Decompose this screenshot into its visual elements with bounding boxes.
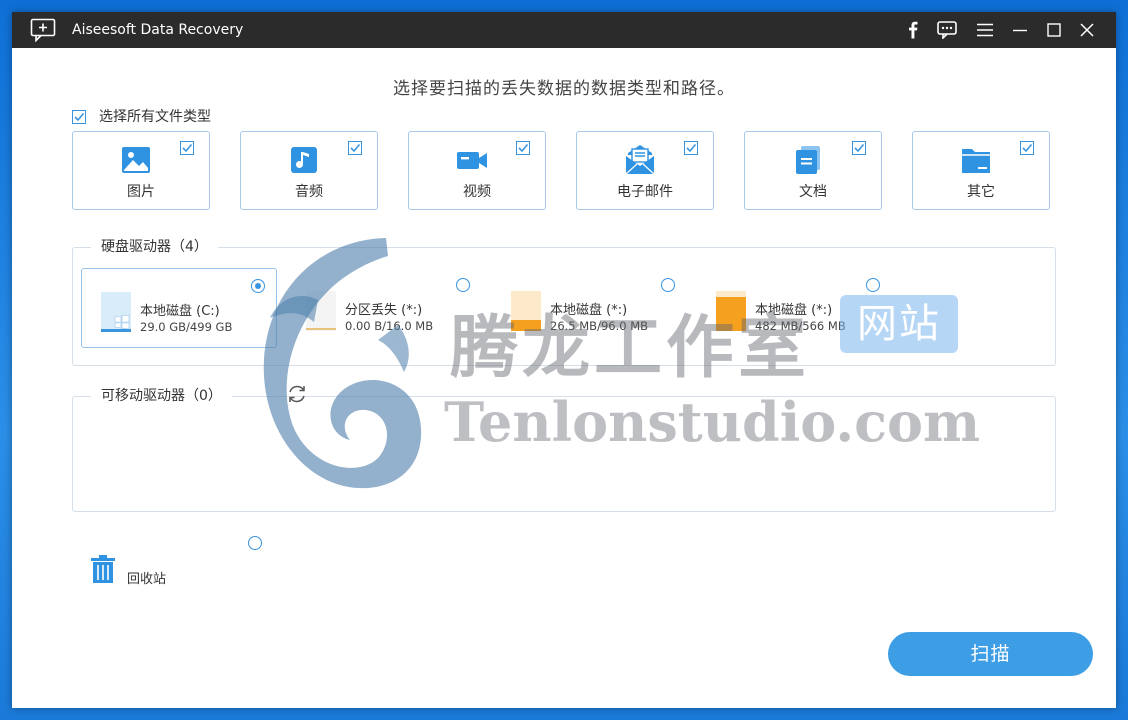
email-checkbox[interactable] <box>684 141 698 155</box>
file-type-card-other[interactable]: 其它 <box>912 131 1050 210</box>
document-icon <box>796 146 820 174</box>
folder-icon <box>962 149 990 173</box>
facebook-icon <box>909 21 918 39</box>
app-logo-icon <box>30 18 56 42</box>
video-camera-icon <box>457 152 487 169</box>
drive-name: 本地磁盘 (*:) <box>755 303 833 318</box>
file-type-label: 音频 <box>295 184 323 200</box>
file-type-card-document[interactable]: 文档 <box>744 131 882 210</box>
drive-size: 26.5 MB/96.0 MB <box>550 319 649 333</box>
checkmark-icon <box>74 112 85 122</box>
checkmark-icon <box>854 143 865 153</box>
title-bar: Aiseesoft Data Recovery <box>12 12 1116 48</box>
drive-icon <box>511 291 541 331</box>
drive-radio[interactable] <box>866 278 880 292</box>
minimize-button[interactable] <box>1003 12 1037 48</box>
email-icon <box>625 145 655 175</box>
music-note-icon <box>291 147 317 173</box>
checkmark-icon <box>182 143 193 153</box>
close-button[interactable] <box>1070 12 1104 48</box>
facebook-button[interactable] <box>896 12 930 48</box>
drive-item-c[interactable]: 本地磁盘 (C:) 29.0 GB/499 GB <box>81 268 277 348</box>
refresh-icon[interactable] <box>286 383 308 405</box>
removable-drives-title: 可移动驱动器（0） <box>91 386 232 406</box>
menu-button[interactable] <box>968 12 1002 48</box>
drive-item-local-3[interactable]: 本地磁盘 (*:) 26.5 MB/96.0 MB <box>492 268 688 348</box>
drive-radio[interactable] <box>251 279 265 293</box>
drive-size: 0.00 B/16.0 MB <box>345 319 434 333</box>
select-all-label: 选择所有文件类型 <box>99 109 211 125</box>
recycle-bin-radio[interactable] <box>248 536 262 550</box>
app-window: Aiseesoft Data Recovery 选择要扫描的丢失数据的数据类型和… <box>12 12 1116 708</box>
drive-name: 本地磁盘 (*:) <box>550 303 628 318</box>
checkmark-icon <box>518 143 529 153</box>
trash-bin-icon[interactable] <box>90 554 116 584</box>
feedback-button[interactable] <box>930 12 964 48</box>
drive-item-lost-partition[interactable]: 分区丢失 (*:) 0.00 B/16.0 MB <box>287 268 483 348</box>
hamburger-menu-icon <box>977 23 993 37</box>
checkmark-icon <box>686 143 697 153</box>
audio-checkbox[interactable] <box>348 141 362 155</box>
drive-name: 分区丢失 (*:) <box>345 303 423 318</box>
removable-drives-group: 可移动驱动器（0） <box>72 386 1056 512</box>
scan-button[interactable]: 扫描 <box>888 632 1093 676</box>
file-type-label: 视频 <box>463 184 491 200</box>
drive-item-local-4[interactable]: 本地磁盘 (*:) 482 MB/566 MB <box>697 268 893 348</box>
file-type-card-audio[interactable]: 音频 <box>240 131 378 210</box>
maximize-button[interactable] <box>1037 12 1071 48</box>
drive-size: 29.0 GB/499 GB <box>140 320 233 334</box>
image-icon <box>122 147 150 173</box>
document-checkbox[interactable] <box>852 141 866 155</box>
hard-drives-group: 硬盘驱动器（4） 本地磁盘 (C:) 29.0 GB/499 GB 分区丢失 (… <box>72 237 1056 366</box>
chat-icon <box>937 21 957 39</box>
file-type-card-video[interactable]: 视频 <box>408 131 546 210</box>
file-type-card-email[interactable]: 电子邮件 <box>576 131 714 210</box>
hard-drives-title: 硬盘驱动器（4） <box>91 237 218 257</box>
drive-radio[interactable] <box>456 278 470 292</box>
windows-drive-icon <box>101 292 131 332</box>
maximize-icon <box>1047 23 1061 37</box>
checkmark-icon <box>1022 143 1033 153</box>
lost-partition-icon <box>306 291 336 331</box>
image-checkbox[interactable] <box>180 141 194 155</box>
close-icon <box>1080 23 1094 37</box>
minimize-icon <box>1013 29 1027 32</box>
drive-size: 482 MB/566 MB <box>755 319 846 333</box>
recycle-bin-label: 回收站 <box>127 572 167 587</box>
drive-radio[interactable] <box>661 278 675 292</box>
drive-icon <box>716 291 746 331</box>
file-type-label: 电子邮件 <box>617 184 673 200</box>
other-checkbox[interactable] <box>1020 141 1034 155</box>
checkbox[interactable] <box>72 110 86 124</box>
checkmark-icon <box>350 143 361 153</box>
drive-name: 本地磁盘 (C:) <box>140 304 220 319</box>
file-type-label: 文档 <box>799 184 827 200</box>
file-type-label: 图片 <box>127 184 155 200</box>
page-heading: 选择要扫描的丢失数据的数据类型和路径。 <box>393 79 735 99</box>
app-title: Aiseesoft Data Recovery <box>72 22 244 38</box>
video-checkbox[interactable] <box>516 141 530 155</box>
file-type-card-image[interactable]: 图片 <box>72 131 210 210</box>
file-type-label: 其它 <box>967 184 995 200</box>
